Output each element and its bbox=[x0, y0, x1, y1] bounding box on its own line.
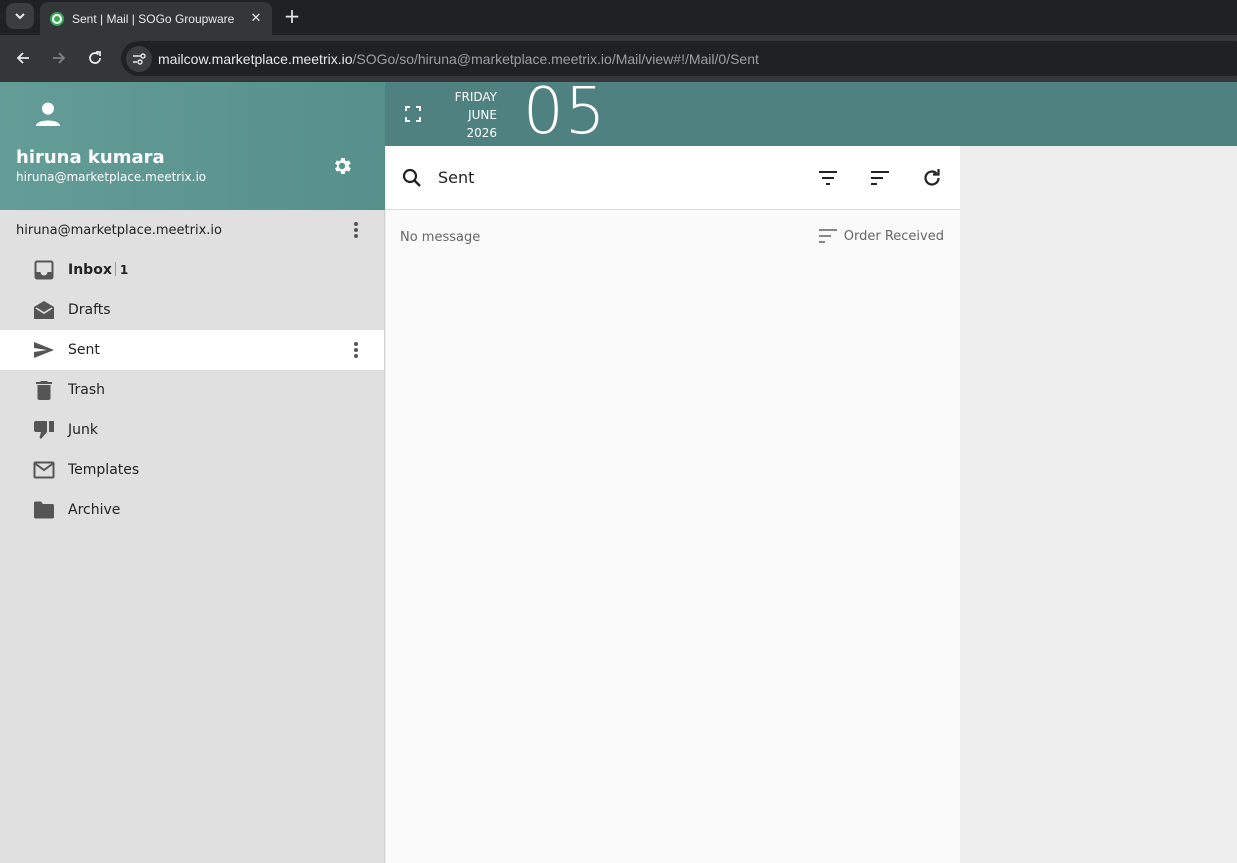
person-icon bbox=[36, 102, 60, 126]
sort-order-indicator[interactable]: Order Received bbox=[818, 228, 944, 244]
weekday: FRIDAY bbox=[454, 90, 497, 104]
folder-icon bbox=[32, 498, 56, 522]
month: JUNE bbox=[468, 108, 497, 122]
reload-icon bbox=[89, 51, 101, 64]
refresh-icon bbox=[924, 169, 940, 186]
more-vert-icon bbox=[354, 342, 358, 358]
folder-trash-label: Trash bbox=[68, 382, 105, 398]
new-tab-button[interactable]: + bbox=[280, 4, 304, 28]
folder-archive-label: Archive bbox=[68, 502, 121, 518]
send-icon bbox=[32, 338, 56, 362]
sidebar: hiruna kumara hiruna@marketplace.meetrix… bbox=[0, 82, 385, 863]
chevron-down-icon bbox=[15, 13, 25, 20]
user-email: hiruna@marketplace.meetrix.io bbox=[16, 170, 207, 184]
reload-button[interactable] bbox=[83, 46, 107, 70]
folder-inbox[interactable]: Inbox 1 bbox=[0, 250, 384, 290]
gear-icon bbox=[335, 158, 351, 174]
account-menu-button[interactable] bbox=[344, 218, 368, 242]
message-list-pane: Sent No message Order Received bbox=[386, 146, 960, 863]
sort-icon bbox=[871, 171, 889, 185]
folder-label: Inbox 1 bbox=[68, 262, 128, 278]
inbox-icon bbox=[32, 258, 56, 282]
folder-templates-label: Templates bbox=[68, 462, 140, 478]
sort-button[interactable] bbox=[868, 166, 892, 190]
filter-button[interactable] bbox=[816, 166, 840, 190]
url-path: /SOGo/so/hiruna@marketplace.meetrix.io/M… bbox=[352, 50, 759, 67]
browser-tab-active[interactable]: Sent | Mail | SOGo Groupware ✕ bbox=[40, 2, 272, 35]
mail-icon bbox=[32, 458, 56, 482]
arrow-right-icon bbox=[53, 52, 66, 64]
message-detail-pane bbox=[960, 146, 1237, 863]
unread-divider bbox=[114, 262, 116, 276]
date-text: FRIDAY JUNE 2026 bbox=[437, 88, 497, 142]
folder-sent[interactable]: Sent bbox=[0, 330, 384, 370]
year: 2026 bbox=[466, 126, 497, 140]
url-text: mailcow.marketplace.meetrix.io/SOGo/so/h… bbox=[158, 51, 759, 67]
sort-order-label: Order Received bbox=[843, 228, 944, 244]
day-number: 05 bbox=[523, 75, 607, 149]
thumb-down-icon bbox=[32, 418, 56, 442]
browser-tabstrip: Sent | Mail | SOGo Groupware ✕ + bbox=[0, 0, 1237, 35]
search-button[interactable] bbox=[400, 166, 424, 190]
sogo-favicon-icon bbox=[50, 11, 64, 26]
fullscreen-icon bbox=[405, 106, 421, 122]
back-button[interactable] bbox=[11, 46, 35, 70]
forward-button[interactable] bbox=[47, 46, 71, 70]
folder-junk[interactable]: Junk bbox=[0, 410, 384, 450]
tab-close-button[interactable]: ✕ bbox=[246, 9, 266, 29]
arrow-left-icon bbox=[16, 52, 29, 64]
folder-drafts[interactable]: Drafts bbox=[0, 290, 384, 330]
fullscreen-button[interactable] bbox=[401, 102, 425, 126]
search-icon bbox=[402, 168, 421, 187]
folder-templates[interactable]: Templates bbox=[0, 450, 384, 490]
folder-archive[interactable]: Archive bbox=[0, 490, 384, 530]
address-bar[interactable]: mailcow.marketplace.meetrix.io/SOGo/so/h… bbox=[121, 41, 1237, 76]
tab-search-button[interactable] bbox=[6, 3, 34, 29]
filter-icon bbox=[819, 171, 837, 185]
mailbox-title: Sent bbox=[438, 168, 475, 187]
sort-icon bbox=[818, 229, 837, 243]
list-toolbar: Sent bbox=[386, 146, 960, 210]
tab-title: Sent | Mail | SOGo Groupware bbox=[72, 11, 235, 26]
account-label: hiruna@marketplace.meetrix.io bbox=[16, 222, 222, 238]
account-row[interactable]: hiruna@marketplace.meetrix.io bbox=[0, 210, 384, 250]
user-name: hiruna kumara bbox=[16, 147, 165, 168]
settings-button[interactable] bbox=[328, 152, 356, 180]
folder-drafts-label: Drafts bbox=[68, 302, 111, 318]
tune-icon bbox=[133, 52, 146, 65]
unread-count: 1 bbox=[119, 263, 129, 277]
date-header: FRIDAY JUNE 2026 05 bbox=[385, 75, 1237, 149]
folder-list: Inbox 1 Drafts Sent Trash Junk Templates… bbox=[0, 250, 384, 530]
folder-sent-label: Sent bbox=[68, 342, 100, 358]
drafts-icon bbox=[32, 298, 56, 322]
trash-icon bbox=[32, 378, 56, 402]
browser-toolbar: mailcow.marketplace.meetrix.io/SOGo/so/h… bbox=[0, 35, 1237, 82]
folder-menu-button[interactable] bbox=[344, 338, 368, 362]
folder-junk-label: Junk bbox=[68, 422, 98, 438]
folder-trash[interactable]: Trash bbox=[0, 370, 384, 410]
more-vert-icon bbox=[354, 222, 358, 238]
url-host: mailcow.marketplace.meetrix.io bbox=[158, 50, 353, 67]
refresh-button[interactable] bbox=[920, 166, 944, 190]
user-header: hiruna kumara hiruna@marketplace.meetrix… bbox=[0, 82, 385, 210]
empty-list-message: No message bbox=[400, 230, 481, 245]
folder-inbox-label: Inbox bbox=[68, 262, 112, 278]
site-info-button[interactable] bbox=[126, 45, 152, 72]
